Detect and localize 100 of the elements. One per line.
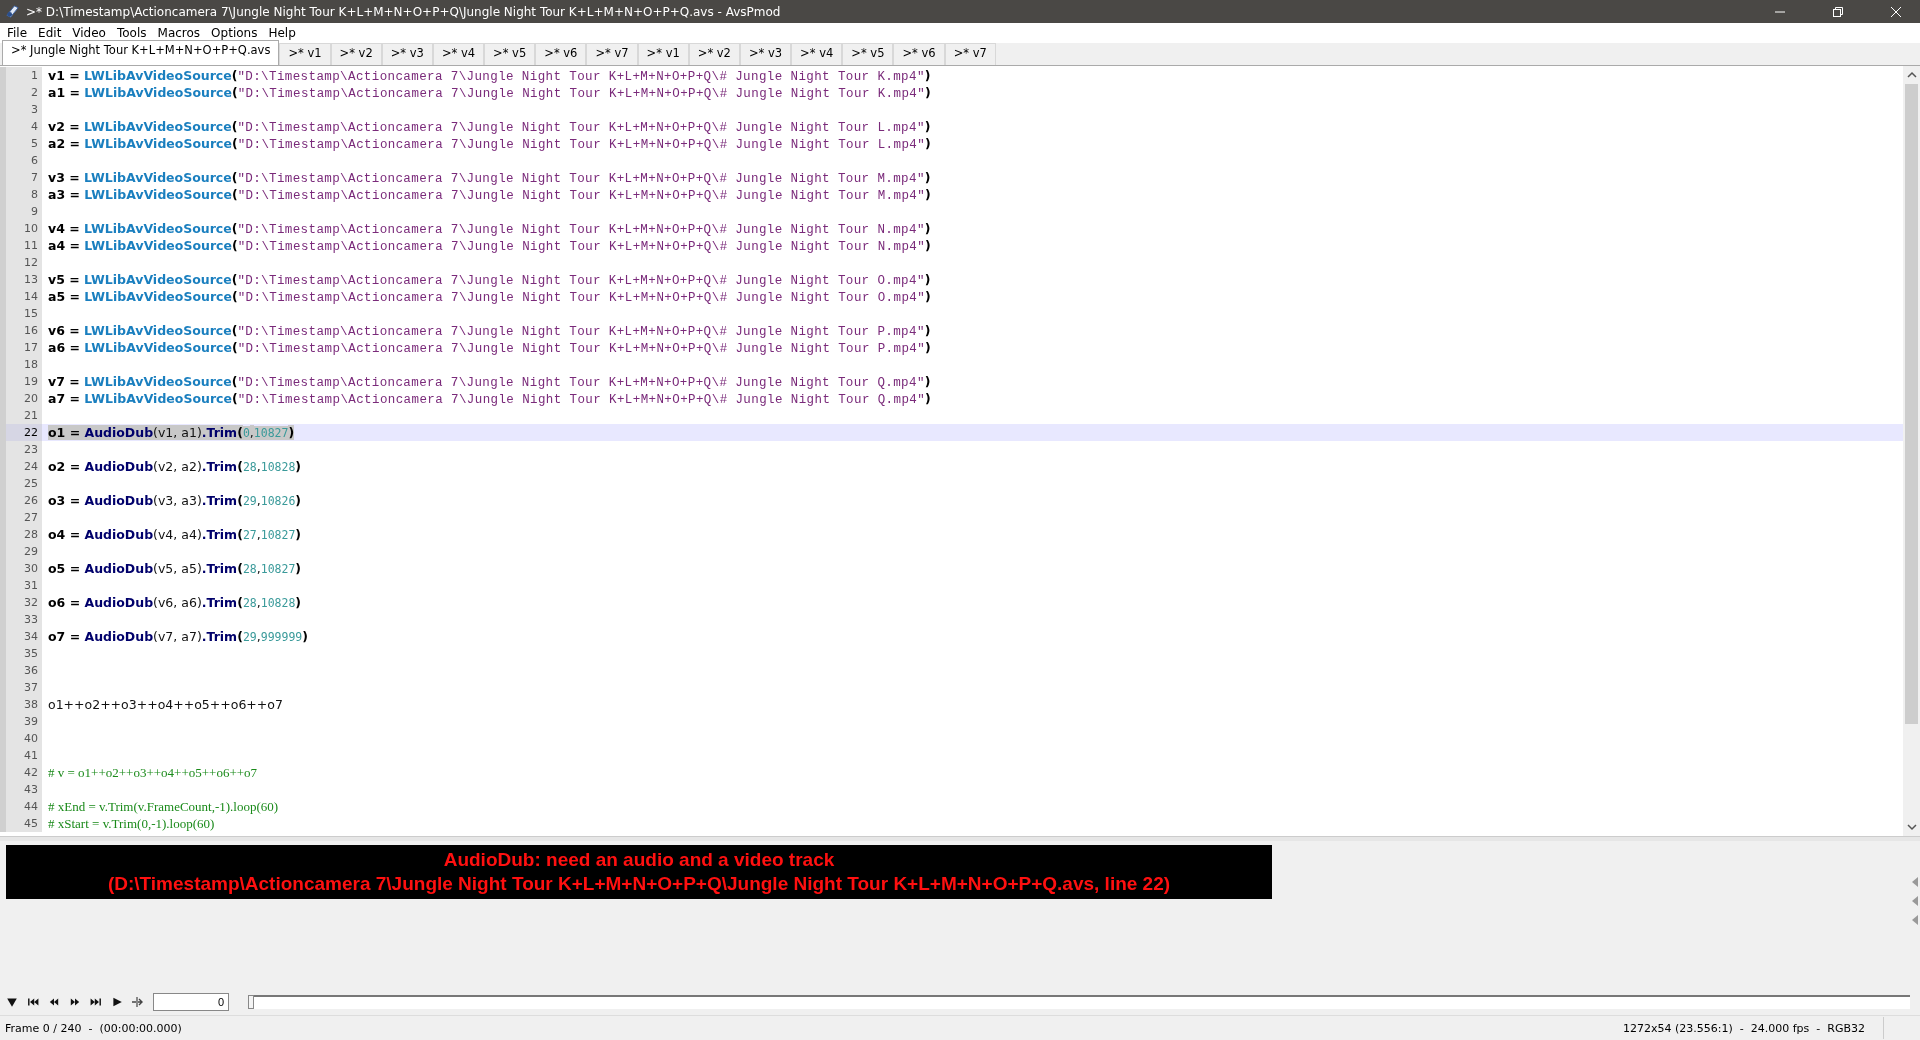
line-number: 37 (0, 679, 42, 696)
scroll-down-icon[interactable] (1906, 823, 1917, 831)
code-line: o7 = AudioDub(v7, a7).Trim(29,999999) (48, 628, 308, 645)
line-number: 11 (0, 237, 42, 254)
rewind-icon[interactable] (48, 996, 60, 1008)
line-number: 12 (0, 254, 42, 271)
code-line: v2 = LWLibAvVideoSource("D:\Timestamp\Actioncamera 7\Jungle Night Tour K+L+M+N+O+P+Q\# Jungle Night Tour L.mp4") (48, 118, 931, 135)
line-number: 45 (0, 815, 42, 832)
tab[interactable]: >* v3 (739, 43, 792, 65)
line-number: 10 (0, 220, 42, 237)
frame-slider[interactable] (248, 995, 1910, 1009)
line-number: 28 (0, 526, 42, 543)
code-line: o3 = AudioDub(v3, a3).Trim(29,10826) (48, 492, 302, 509)
scrollbar[interactable] (1903, 66, 1920, 836)
status-text: 1272x54 (23.556:1) - 24.000 fps - RGB32 (1623, 1021, 1865, 1035)
line-number: 6 (0, 152, 42, 169)
line-number: 27 (0, 509, 42, 526)
close-icon[interactable] (1890, 5, 1902, 18)
line-number: 3 (0, 101, 42, 118)
tab[interactable]: >* v5 (484, 43, 536, 65)
code-line: a2 = LWLibAvVideoSource("D:\Timestamp\Actioncamera 7\Jungle Night Tour K+L+M+N+O+P+Q\# Jungle Night Tour L.mp4") (48, 135, 931, 152)
tab[interactable]: >* v3 (381, 43, 433, 65)
tab[interactable]: >* v6 (893, 43, 945, 65)
line-number: 44 (0, 798, 42, 815)
menu-item[interactable]: Edit (34, 26, 69, 40)
menu-item[interactable]: File (3, 26, 35, 40)
app-icon (5, 4, 20, 19)
code-line: a4 = LWLibAvVideoSource("D:\Timestamp\Actioncamera 7\Jungle Night Tour K+L+M+N+O+P+Q\# Jungle Night Tour N.mp4") (48, 237, 931, 254)
dropdown-icon[interactable] (6, 996, 18, 1008)
code-line: o4 = AudioDub(v4, a4).Trim(27,10827) (48, 526, 302, 543)
code-line: o1++o2++o3++o4++o5++o6++o7 (48, 696, 283, 713)
tab[interactable]: >* v6 (535, 43, 587, 65)
tab[interactable]: >* v5 (842, 43, 894, 65)
line-number: 42 (0, 764, 42, 781)
tab[interactable]: >* v7 (586, 43, 638, 65)
line-number: 40 (0, 730, 42, 747)
line-number: 18 (0, 356, 42, 373)
menu-item[interactable]: Help (264, 26, 303, 40)
error-text: (D:\Timestamp\Actioncamera 7\Jungle Night Tour K+L+M+N+O+P+Q\Jungle Night Tour K+L+M+N+O+P+Q.avs, line 22) (107, 872, 1171, 896)
line-number: 43 (0, 781, 42, 798)
line-number: 20 (0, 390, 42, 407)
skip-end-icon[interactable] (90, 996, 102, 1008)
line-number: 31 (0, 577, 42, 594)
menu-item[interactable]: Tools (112, 26, 154, 40)
code-line: a5 = LWLibAvVideoSource("D:\Timestamp\Actioncamera 7\Jungle Night Tour K+L+M+N+O+P+Q\# Jungle Night Tour O.mp4") (48, 288, 931, 305)
tab[interactable]: >* v7 (944, 43, 996, 65)
line-number: 15 (0, 305, 42, 322)
line-number: 4 (0, 118, 42, 135)
arrow-right-icon[interactable] (132, 996, 144, 1008)
line-number: 8 (0, 186, 42, 203)
tab[interactable]: >* v1 (279, 43, 331, 65)
code-line: a7 = LWLibAvVideoSource("D:\Timestamp\Actioncamera 7\Jungle Night Tour K+L+M+N+O+P+Q\# Jungle Night Tour Q.mp4") (48, 390, 931, 407)
tab[interactable]: >* v4 (432, 43, 485, 65)
line-number: 19 (0, 373, 42, 390)
code-line: v5 = LWLibAvVideoSource("D:\Timestamp\Actioncamera 7\Jungle Night Tour K+L+M+N+O+P+Q\# Jungle Night Tour O.mp4") (48, 271, 931, 288)
line-number: 29 (0, 543, 42, 560)
line-number: 36 (0, 662, 42, 679)
code-line: # v = o1++o2++o3++o4++o5++o6++o7 (48, 764, 258, 781)
code-line: v3 = LWLibAvVideoSource("D:\Timestamp\Actioncamera 7\Jungle Night Tour K+L+M+N+O+P+Q\# Jungle Night Tour M.mp4") (48, 169, 931, 186)
line-number: 33 (0, 611, 42, 628)
line-number: 13 (0, 271, 42, 288)
code-line: # xStart = v.Trim(0,-1).loop(60) (48, 815, 215, 832)
line-number: 7 (0, 169, 42, 186)
line-number: 38 (0, 696, 42, 713)
error-text: AudioDub: need an audio and a video track (443, 848, 835, 872)
line-number: 41 (0, 747, 42, 764)
line-number: 1 (0, 67, 42, 84)
fast-forward-icon[interactable] (69, 996, 81, 1008)
line-number: 17 (0, 339, 42, 356)
tab[interactable]: >* v4 (791, 43, 843, 65)
code-line: o2 = AudioDub(v2, a2).Trim(28,10828) (48, 458, 302, 475)
line-number: 16 (0, 322, 42, 339)
menu-item[interactable]: Video (68, 26, 113, 40)
line-number: 5 (0, 135, 42, 152)
line-number: 2 (0, 84, 42, 101)
tab[interactable]: >* v2 (330, 43, 382, 65)
tab[interactable]: >* Jungle Night Tour K+L+M+N+O+P+Q.avs (2, 40, 280, 65)
menu-item[interactable]: Options (207, 26, 265, 40)
skip-start-icon[interactable] (27, 996, 39, 1008)
menu-item[interactable]: Macros (153, 26, 208, 40)
line-number: 39 (0, 713, 42, 730)
restore-icon[interactable] (1832, 5, 1844, 18)
code-line: v1 = LWLibAvVideoSource("D:\Timestamp\Actioncamera 7\Jungle Night Tour K+L+M+N+O+P+Q\# Jungle Night Tour K.mp4") (48, 67, 931, 84)
scroll-up-icon[interactable] (1906, 71, 1917, 79)
play-icon[interactable] (111, 996, 123, 1008)
line-number: 22 (0, 424, 42, 441)
code-line: # xEnd = v.Trim(v.FrameCount,-1).loop(60) (48, 798, 279, 815)
tab[interactable]: >* v2 (688, 43, 740, 65)
slider-thumb[interactable] (248, 995, 254, 1009)
line-number: 25 (0, 475, 42, 492)
window-title: >* D:\Timestamp\Actioncamera 7\Jungle Night Tour K+L+M+N+O+P+Q\Jungle Night Tour K+L+M+N+O+P+Q.avs - AvsPmod (26, 4, 781, 19)
frame-input[interactable]: 0 (153, 993, 229, 1011)
code-line: v7 = LWLibAvVideoSource("D:\Timestamp\Actioncamera 7\Jungle Night Tour K+L+M+N+O+P+Q\# Jungle Night Tour Q.mp4") (48, 373, 931, 390)
tab[interactable]: >* v1 (637, 43, 689, 65)
line-number: 35 (0, 645, 42, 662)
code-line: a6 = LWLibAvVideoSource("D:\Timestamp\Actioncamera 7\Jungle Night Tour K+L+M+N+O+P+Q\# Jungle Night Tour P.mp4") (48, 339, 931, 356)
code-line: a3 = LWLibAvVideoSource("D:\Timestamp\Actioncamera 7\Jungle Night Tour K+L+M+N+O+P+Q\# Jungle Night Tour M.mp4") (48, 186, 931, 203)
code-line: v6 = LWLibAvVideoSource("D:\Timestamp\Actioncamera 7\Jungle Night Tour K+L+M+N+O+P+Q\# Jungle Night Tour P.mp4") (48, 322, 931, 339)
line-number: 14 (0, 288, 42, 305)
line-number: 23 (0, 441, 42, 458)
